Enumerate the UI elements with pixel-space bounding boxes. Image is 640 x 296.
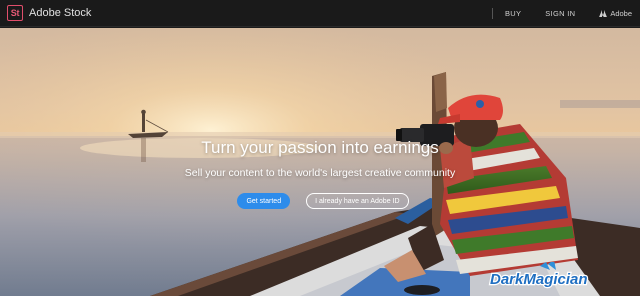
adobe-stock-logo[interactable]: St xyxy=(7,5,23,21)
existing-adobe-id-button[interactable]: I already have an Adobe ID xyxy=(306,193,409,209)
watermark-logo: DarkMagician xyxy=(489,262,589,289)
hero-subheadline: Sell your content to the world's largest… xyxy=(184,167,456,179)
hero-photo xyxy=(0,28,640,296)
watermark-text: DarkMagician xyxy=(490,271,588,288)
logo-text: St xyxy=(10,8,20,18)
hero-headline: Turn your passion into earnings xyxy=(201,138,439,157)
nav-links: BUY SIGN IN Adobe xyxy=(491,0,640,26)
hero-cta-group: Get started I already have an Adobe ID xyxy=(0,193,640,209)
hero-banner: Turn your passion into earnings Sell you… xyxy=(0,28,640,296)
adobe-link[interactable]: Adobe xyxy=(587,9,640,18)
adobe-logo-icon xyxy=(599,9,608,17)
sign-in-link[interactable]: SIGN IN xyxy=(533,9,587,18)
get-started-button[interactable]: Get started xyxy=(237,193,291,209)
adobe-link-label: Adobe xyxy=(610,8,632,18)
buy-link[interactable]: BUY xyxy=(493,9,533,18)
brand-name[interactable]: Adobe Stock xyxy=(29,7,91,19)
top-navigation-bar: St Adobe Stock BUY SIGN IN Adobe xyxy=(0,0,640,27)
